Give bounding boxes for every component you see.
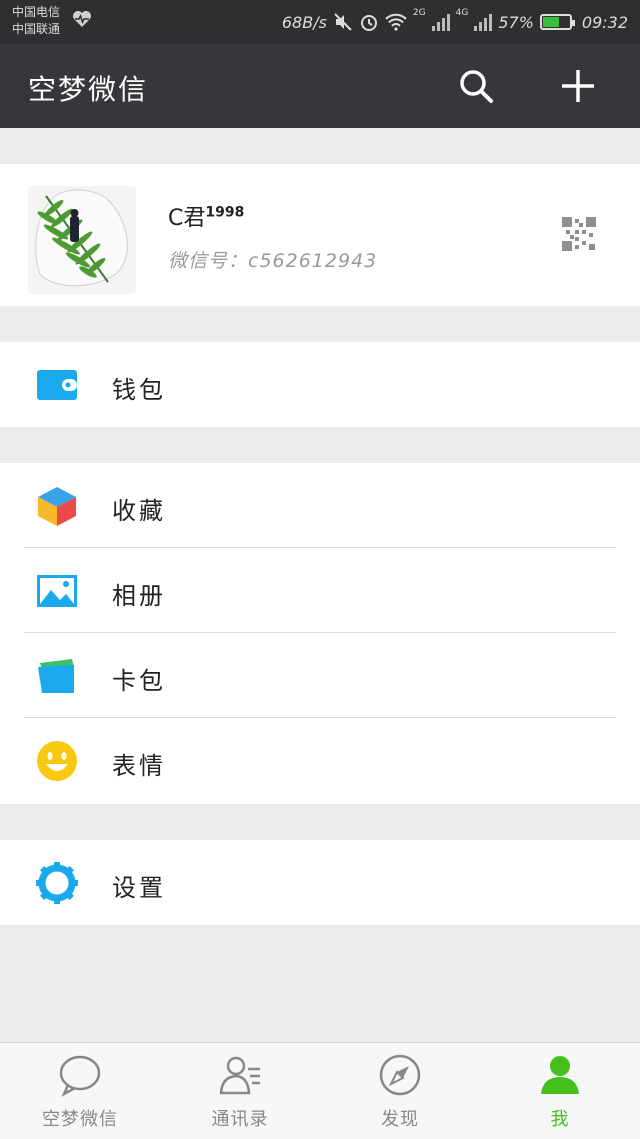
gear-icon	[36, 862, 78, 904]
tab-label-chats: 空梦微信	[42, 1109, 118, 1130]
menu-item-album[interactable]: 相册	[0, 548, 640, 633]
menu-label-cards: 卡包	[112, 667, 166, 695]
menu-label-favorites: 收藏	[112, 497, 166, 525]
menu-item-wallet[interactable]: 钱包	[0, 342, 640, 427]
tools-section: 收藏 相册 卡包 表情	[0, 463, 640, 804]
signal-4g-icon	[474, 13, 493, 31]
menu-label-stickers: 表情	[112, 752, 166, 780]
wallet-section: 钱包	[0, 342, 640, 427]
signal-2g-icon	[431, 13, 450, 31]
qr-code-button[interactable]	[562, 217, 596, 255]
tab-label-discover: 发现	[381, 1109, 419, 1130]
status-icons: 68B/s 2G 4G 57% 09:32	[282, 8, 628, 36]
favorites-cube-icon	[38, 487, 76, 526]
card-wallet-icon	[38, 659, 74, 693]
search-button[interactable]	[456, 66, 496, 106]
tab-discover[interactable]: 发现	[320, 1043, 480, 1139]
heart-rate-icon	[73, 11, 91, 27]
app-header: 空梦微信	[0, 44, 640, 128]
menu-label-album: 相册	[112, 582, 166, 610]
tab-me[interactable]: 我	[480, 1043, 640, 1139]
battery-percent: 57%	[498, 12, 534, 32]
menu-label-wallet: 钱包	[112, 376, 166, 404]
mute-icon	[334, 13, 352, 31]
nickname-main: C君	[168, 206, 206, 231]
tab-contacts[interactable]: 通讯录	[160, 1043, 320, 1139]
carrier-1: 中国电信	[12, 5, 61, 19]
album-picture-icon	[37, 575, 77, 607]
add-button[interactable]	[558, 66, 598, 106]
carrier-info: 中国电信 中国联通	[12, 4, 60, 38]
chat-icon	[59, 1055, 101, 1097]
menu-item-cards[interactable]: 卡包	[0, 633, 640, 718]
tab-label-contacts: 通讯录	[211, 1109, 269, 1130]
contacts-icon	[219, 1056, 260, 1095]
profile-card[interactable]	[0, 164, 640, 306]
search-icon	[460, 70, 493, 103]
page-title: 空梦微信	[28, 73, 149, 106]
menu-item-favorites[interactable]: 收藏	[0, 463, 640, 548]
plus-icon	[562, 70, 594, 102]
bottom-tab-bar: 空梦微信 通讯录 发现 我	[0, 1042, 640, 1139]
nickname-suffix: 1998	[205, 204, 245, 221]
status-bar: 中国电信 中国联通 68B/s 2G 4G 57% 09:32	[0, 0, 640, 44]
person-icon	[541, 1056, 579, 1094]
nickname: C君1998	[168, 200, 244, 232]
compass-icon	[379, 1054, 421, 1096]
carrier-2: 中国联通	[12, 22, 61, 36]
battery-icon	[539, 14, 575, 30]
tab-chats[interactable]: 空梦微信	[0, 1043, 160, 1139]
menu-label-settings: 设置	[112, 874, 166, 902]
wechat-id: 微信号：c562612943	[168, 250, 378, 272]
menu-item-settings[interactable]: 设置	[0, 840, 640, 925]
fern-avatar-image	[35, 189, 128, 287]
net-2g-label: 2G	[412, 8, 426, 18]
menu-item-stickers[interactable]: 表情	[0, 718, 640, 803]
settings-section: 设置	[0, 840, 640, 925]
smiley-icon	[37, 741, 77, 781]
alarm-icon	[360, 15, 377, 31]
clock: 09:32	[581, 12, 628, 32]
tab-label-me: 我	[550, 1109, 570, 1130]
net-4g-label: 4G	[455, 8, 469, 18]
wallet-icon	[37, 370, 77, 400]
net-speed: 68B/s	[281, 12, 327, 32]
qr-code-icon	[562, 217, 596, 251]
avatar[interactable]	[28, 186, 136, 294]
wifi-icon	[385, 13, 407, 31]
